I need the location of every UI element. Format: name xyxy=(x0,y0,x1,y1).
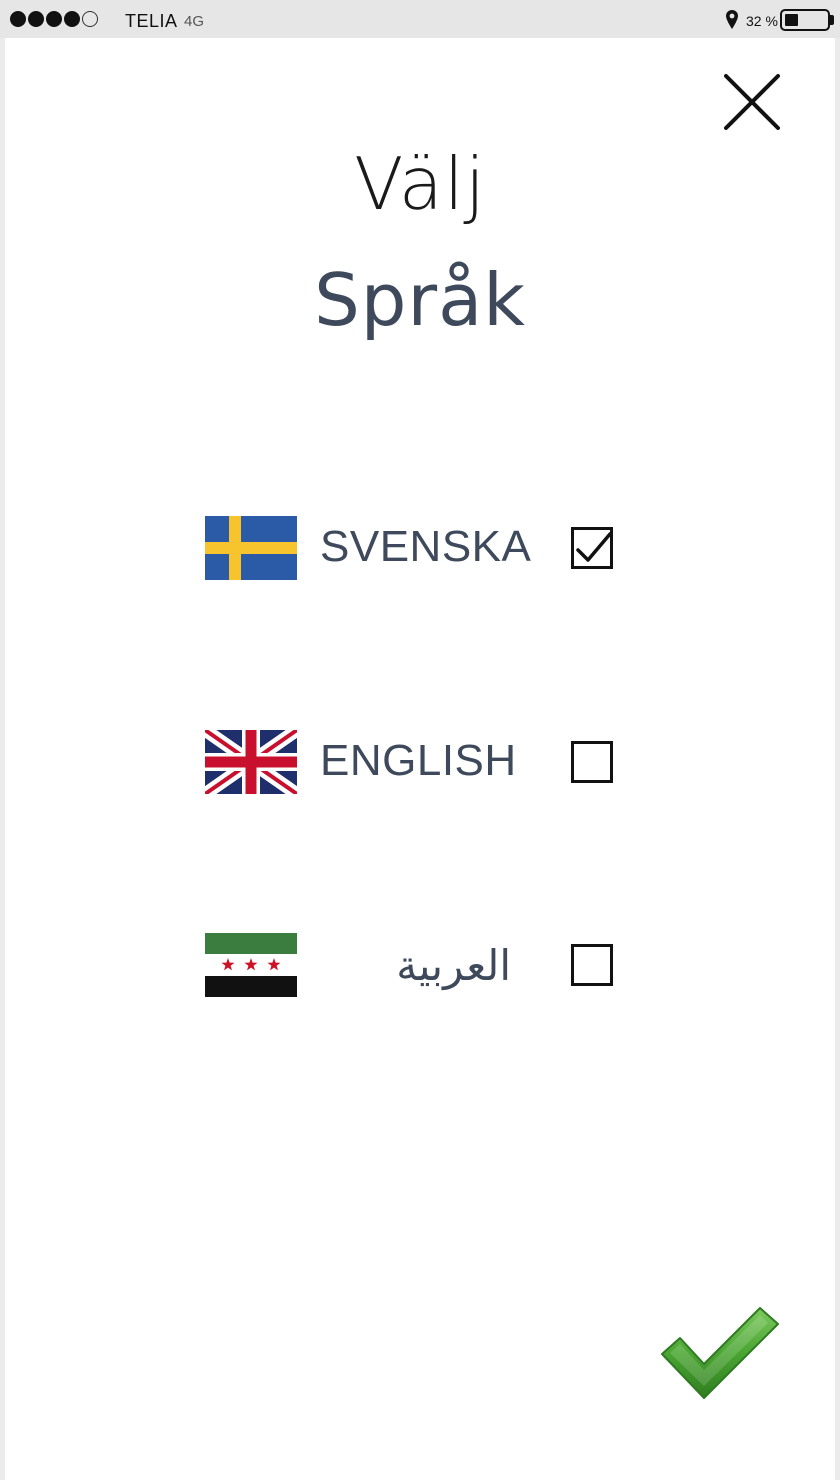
language-label: العربية xyxy=(396,941,511,990)
language-label: SVENSKA xyxy=(320,522,532,571)
battery-level xyxy=(785,14,798,26)
close-icon[interactable] xyxy=(720,70,784,134)
battery-icon xyxy=(780,9,830,31)
language-screen: Välj Språk SVENSKA ENGLISH العربية xyxy=(5,38,835,1480)
language-checkbox-english[interactable] xyxy=(571,741,613,783)
signal-dot xyxy=(10,11,26,27)
network-type: 4G xyxy=(184,13,205,30)
battery-nub xyxy=(830,15,834,25)
language-option-arabic[interactable]: العربية xyxy=(205,933,625,999)
location-pin-icon xyxy=(726,10,738,29)
green-checkmark-icon[interactable] xyxy=(660,1306,780,1402)
language-checkbox-arabic[interactable] xyxy=(571,944,613,986)
page-title-line1: Välj xyxy=(354,142,486,226)
signal-dot xyxy=(46,11,62,27)
uk-flag-icon xyxy=(205,730,297,794)
sweden-flag-icon xyxy=(205,516,297,580)
syria-flag-icon xyxy=(205,933,297,997)
status-bar: TELIA 4G 32 % xyxy=(0,0,840,38)
page-title-line2: Språk xyxy=(314,258,526,342)
carrier-name: TELIA xyxy=(125,11,178,31)
language-option-english[interactable]: ENGLISH xyxy=(205,730,625,796)
checkmark-icon xyxy=(576,532,612,562)
signal-dot-empty xyxy=(82,11,98,27)
language-option-svenska[interactable]: SVENSKA xyxy=(205,516,625,582)
signal-dot xyxy=(64,11,80,27)
signal-dot xyxy=(28,11,44,27)
language-label: ENGLISH xyxy=(320,736,517,785)
language-checkbox-svenska[interactable] xyxy=(571,527,613,569)
signal-strength-icon xyxy=(10,11,98,27)
battery-percent: 32 % xyxy=(746,13,778,29)
